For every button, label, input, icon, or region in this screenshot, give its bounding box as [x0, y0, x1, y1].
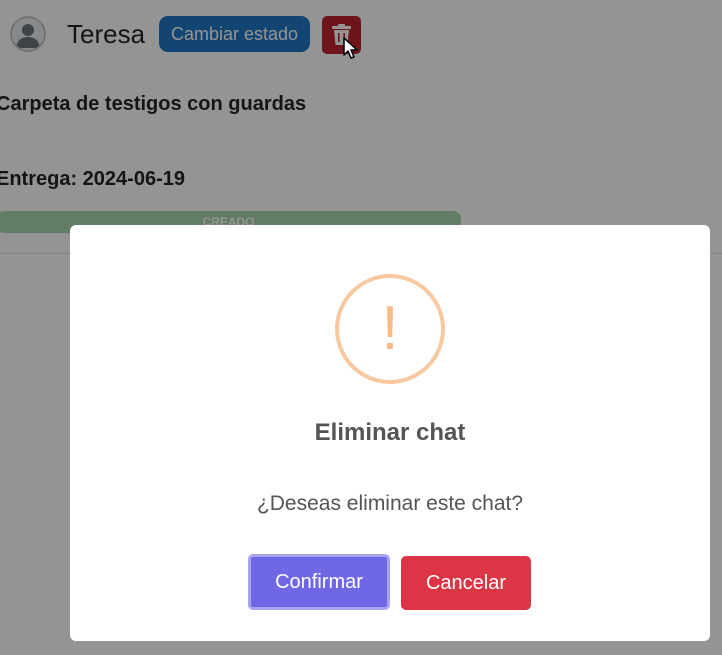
confirm-delete-dialog: ! Eliminar chat ¿Deseas eliminar este ch…	[70, 225, 710, 641]
mouse-cursor-icon	[343, 37, 358, 59]
dialog-title: Eliminar chat	[314, 419, 466, 446]
warning-icon: !	[335, 274, 445, 384]
confirm-button[interactable]: Confirmar	[248, 554, 390, 610]
cancel-button[interactable]: Cancelar	[401, 556, 531, 610]
warning-exclamation: !	[381, 294, 399, 363]
dialog-message: ¿Deseas eliminar este chat?	[256, 492, 524, 515]
